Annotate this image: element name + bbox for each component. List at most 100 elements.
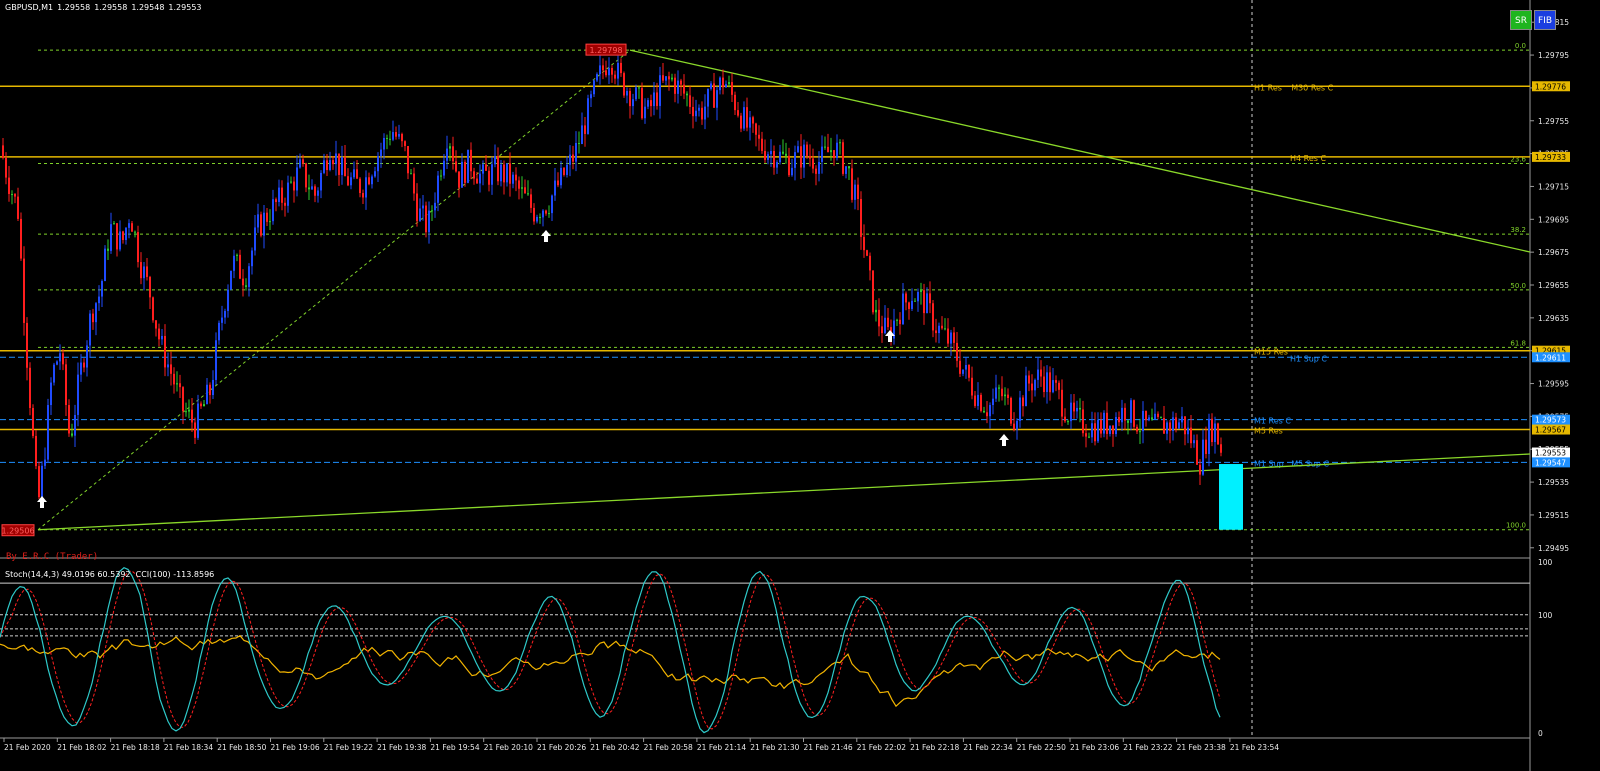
candle-body bbox=[443, 160, 445, 176]
candle-body bbox=[383, 137, 385, 150]
candle-body bbox=[419, 208, 421, 221]
candle-body bbox=[791, 167, 793, 176]
candle-body bbox=[164, 335, 166, 368]
candle-body bbox=[632, 99, 634, 107]
sr-toggle-button[interactable]: SR bbox=[1510, 10, 1532, 30]
candle-body bbox=[56, 361, 58, 365]
candle-body bbox=[998, 387, 1000, 389]
candle-body bbox=[1193, 440, 1195, 444]
candle-body bbox=[83, 362, 85, 368]
indicator-scale-label: 100 bbox=[1538, 558, 1553, 567]
fib-level-label: 38.2 bbox=[1510, 226, 1526, 234]
candle-body bbox=[1052, 380, 1054, 393]
candle-body bbox=[134, 231, 136, 233]
time-tick-label: 21 Feb 23:54 bbox=[1230, 743, 1279, 752]
candle-body bbox=[143, 266, 145, 279]
candle-body bbox=[2, 145, 4, 158]
candle-body bbox=[938, 325, 940, 334]
candle-body bbox=[1136, 426, 1138, 432]
candle-body bbox=[323, 160, 325, 173]
candle-body bbox=[995, 387, 997, 399]
candle-body bbox=[338, 153, 340, 175]
candle-body bbox=[1208, 418, 1210, 454]
candle-body bbox=[776, 162, 778, 168]
candle-body bbox=[902, 293, 904, 325]
ohlc-high: 1.29558 bbox=[94, 3, 128, 12]
candle-body bbox=[788, 155, 790, 176]
candle-body bbox=[1133, 400, 1135, 427]
candle-body bbox=[1025, 375, 1027, 407]
candle-body bbox=[263, 212, 265, 236]
candle-body bbox=[635, 87, 637, 100]
candle-body bbox=[353, 169, 355, 178]
candle-body bbox=[665, 76, 667, 81]
candle-body bbox=[989, 405, 991, 417]
candle-body bbox=[680, 80, 682, 85]
time-tick-label: 21 Feb 21:30 bbox=[750, 743, 799, 752]
candle-body bbox=[116, 223, 118, 250]
candle-body bbox=[65, 364, 67, 406]
candle-body bbox=[242, 278, 244, 286]
candle-body bbox=[245, 285, 247, 287]
candle-body bbox=[905, 293, 907, 303]
candle-body bbox=[623, 73, 625, 96]
candle-body bbox=[344, 157, 346, 177]
candle-body bbox=[191, 409, 193, 423]
candle-body bbox=[1202, 439, 1204, 475]
candle-body bbox=[374, 171, 376, 177]
price-tick-label: 1.29515 bbox=[1538, 511, 1569, 520]
candle-body bbox=[407, 146, 409, 174]
candle-body bbox=[1187, 427, 1189, 435]
candle-body bbox=[695, 110, 697, 117]
candle-body bbox=[1145, 410, 1147, 421]
candle-body bbox=[590, 94, 592, 99]
candle-body bbox=[299, 159, 301, 168]
candle-body bbox=[8, 177, 10, 194]
candle-body bbox=[794, 152, 796, 168]
candle-body bbox=[686, 93, 688, 96]
chart-background bbox=[0, 0, 1600, 771]
chart-grid bbox=[0, 0, 1600, 771]
candle-body bbox=[479, 173, 481, 184]
candle-body bbox=[668, 76, 670, 80]
candle-body bbox=[296, 167, 298, 191]
candle-body bbox=[158, 328, 160, 340]
candle-body bbox=[827, 146, 829, 153]
candle-body bbox=[416, 193, 418, 221]
candle-body bbox=[551, 195, 553, 214]
candle-body bbox=[302, 159, 304, 164]
price-tick-label: 1.29795 bbox=[1538, 51, 1569, 60]
candle-body bbox=[86, 345, 88, 368]
candle-body bbox=[293, 181, 295, 191]
candle-body bbox=[320, 172, 322, 191]
trading-chart-canvas[interactable]: 0.023.638.250.061.8100.0 H1 Res M30 Res C… bbox=[0, 0, 1600, 771]
candle-body bbox=[1007, 394, 1009, 399]
ohlc-low: 1.29548 bbox=[131, 3, 165, 12]
candle-body bbox=[104, 248, 106, 281]
time-tick-label: 21 Feb 18:02 bbox=[57, 743, 106, 752]
candle-body bbox=[497, 156, 499, 182]
candle-body bbox=[146, 266, 148, 277]
candle-body bbox=[1067, 421, 1069, 423]
author-credit: By E.R.C (Trader) bbox=[6, 552, 99, 562]
candle-body bbox=[428, 210, 430, 233]
candle-body bbox=[851, 168, 853, 200]
candle-body bbox=[77, 374, 79, 415]
candle-body bbox=[527, 193, 529, 195]
candle-body bbox=[437, 175, 439, 203]
sr-line-label: M15 Res bbox=[1254, 348, 1288, 357]
fib-level-label: 100.0 bbox=[1506, 522, 1526, 530]
fib-toggle-button[interactable]: FIB bbox=[1534, 10, 1556, 30]
candle-body bbox=[332, 160, 334, 165]
candle-body bbox=[1079, 407, 1081, 410]
candle-body bbox=[884, 317, 886, 334]
candle-body bbox=[1175, 417, 1177, 429]
candle-body bbox=[1160, 417, 1162, 419]
candle-body bbox=[830, 150, 832, 153]
candle-body bbox=[659, 75, 661, 106]
candle-body bbox=[563, 167, 565, 175]
candle-body bbox=[305, 163, 307, 188]
candle-body bbox=[1130, 400, 1132, 423]
candle-body bbox=[887, 317, 889, 328]
candle-body bbox=[569, 154, 571, 165]
